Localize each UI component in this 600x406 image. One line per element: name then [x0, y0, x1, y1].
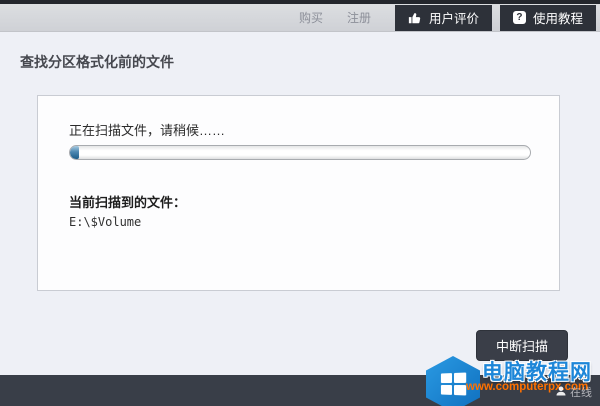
scan-status-message: 正在扫描文件，请稍候…… — [69, 123, 226, 138]
site-watermark: 电脑教程网 www.computerpx.com 在线 — [426, 354, 598, 406]
windows-flag-icon — [440, 372, 467, 396]
scan-panel: 正在扫描文件，请稍候…… 当前扫描到的文件： E:\$Volume — [37, 95, 560, 291]
online-overlay-text: 在线 — [570, 387, 592, 399]
user-review-label: 用户评价 — [428, 12, 479, 26]
question-icon: ? — [512, 11, 526, 24]
user-review-button[interactable]: 用户评价 — [394, 4, 492, 31]
progress-fill — [70, 146, 80, 159]
top-bar: 购买 注册 用户评价 ? 使用教程 — [0, 0, 600, 32]
tutorial-label: 使用教程 — [532, 12, 583, 26]
online-overlay: 在线 — [555, 384, 592, 400]
buy-link[interactable]: 购买 — [299, 9, 323, 26]
current-file-path: E:\$Volume — [69, 215, 142, 229]
page-title: 查找分区格式化前的文件 — [20, 54, 174, 70]
person-icon — [555, 385, 567, 400]
register-link[interactable]: 注册 — [347, 9, 371, 26]
thumbs-up-icon — [408, 11, 422, 25]
scan-progress-bar — [69, 145, 531, 160]
tutorial-button[interactable]: ? 使用教程 — [499, 4, 596, 31]
current-file-label: 当前扫描到的文件： — [69, 195, 187, 210]
